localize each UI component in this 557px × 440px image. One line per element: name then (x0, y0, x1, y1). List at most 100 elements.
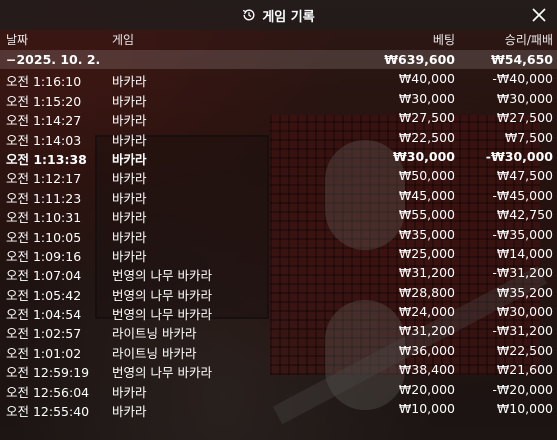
row-bet: ₩24,000 (398, 304, 455, 320)
table-row[interactable]: 오전 1:12:17 바카라 ₩50,000 ₩47,500 (0, 166, 557, 187)
row-time: 오전 1:01:02 (6, 345, 82, 361)
row-bet: ₩36,000 (398, 342, 455, 358)
row-game: 바카라 (112, 229, 147, 245)
row-result: ₩30,000 (496, 304, 553, 320)
table-row[interactable]: 오전 1:15:20 바카라 ₩30,000 ₩30,000 (0, 89, 557, 109)
row-time: 오전 1:13:38 (6, 151, 87, 167)
row-result: -₩35,000 (492, 226, 553, 242)
row-game: 바카라 (112, 113, 147, 129)
row-time: 오전 1:12:17 (6, 171, 82, 187)
table-row[interactable]: 오전 12:59:19 번영의 나무 바카라 ₩38,400 ₩21,600 (0, 360, 557, 381)
row-time: 오전 1:07:04 (6, 268, 82, 284)
table-row[interactable]: 오전 12:56:04 바카라 ₩20,000 -₩20,000 (0, 380, 557, 400)
date-group-summary-row[interactable]: −2025. 10. 2. ₩639,600 ₩54,650 (0, 50, 557, 70)
column-header-result: 승리/패배 (504, 33, 553, 47)
row-game: 바카라 (112, 210, 147, 226)
history-icon (242, 8, 256, 22)
column-headers: 날짜 게임 베팅 승리/패배 (0, 30, 557, 50)
row-result: ₩35,200 (496, 284, 553, 300)
row-bet: ₩45,000 (398, 187, 455, 203)
row-game: 번영의 나무 바카라 (112, 268, 212, 284)
row-time: 오전 1:10:31 (6, 210, 82, 226)
table-row[interactable]: 오전 12:55:40 바카라 ₩10,000 ₩10,000 (0, 399, 557, 419)
row-time: 오전 1:05:42 (6, 287, 82, 303)
row-game: 번영의 나무 바카라 (112, 307, 212, 323)
close-button[interactable] (529, 5, 549, 25)
table-row[interactable]: 오전 1:01:02 라이트닝 바카라 ₩36,000 ₩22,500 (0, 341, 557, 361)
row-bet: ₩28,800 (398, 284, 455, 300)
column-header-bet: 베팅 (432, 33, 455, 47)
row-bet: ₩22,500 (398, 129, 455, 145)
row-bet: ₩20,000 (398, 381, 455, 397)
row-time: 오전 1:11:23 (6, 190, 82, 206)
row-game: 번영의 나무 바카라 (112, 365, 212, 381)
game-history-header: 게임 기록 (0, 0, 557, 30)
history-list[interactable]: −2025. 10. 2. ₩639,600 ₩54,650 오전 1:16:1… (0, 50, 557, 440)
row-bet: ₩38,400 (398, 362, 455, 378)
column-header-game: 게임 (112, 33, 135, 47)
column-header-date: 날짜 (6, 33, 29, 47)
summary-result: ₩54,650 (490, 52, 553, 67)
table-row[interactable]: 오전 1:04:54 번영의 나무 바카라 ₩24,000 ₩30,000 (0, 302, 557, 323)
table-row[interactable]: 오전 1:07:04 번영의 나무 바카라 ₩31,200 -₩31,200 (0, 263, 557, 284)
row-bet: ₩35,000 (398, 226, 455, 242)
row-time: 오전 1:04:54 (6, 307, 82, 323)
row-result: ₩7,500 (504, 129, 553, 145)
row-result: ₩27,500 (496, 110, 553, 126)
close-icon (532, 8, 546, 22)
row-bet: ₩27,500 (398, 110, 455, 126)
row-result: ₩30,000 (496, 90, 553, 106)
row-time: 오전 1:10:05 (6, 229, 82, 245)
row-time: 오전 1:16:10 (6, 74, 82, 90)
row-bet: ₩55,000 (398, 207, 455, 223)
row-game: 라이트닝 바카라 (112, 326, 197, 342)
row-result: -₩31,200 (492, 323, 553, 339)
row-bet: ₩31,200 (398, 265, 455, 281)
row-game: 라이트닝 바카라 (112, 345, 197, 361)
row-result: -₩40,000 (492, 71, 553, 87)
table-row[interactable]: 오전 1:14:27 바카라 ₩27,500 ₩27,500 (0, 108, 557, 129)
table-row[interactable]: 오전 1:05:42 번영의 나무 바카라 ₩28,800 ₩35,200 (0, 283, 557, 303)
page-title: 게임 기록 (262, 9, 315, 25)
row-game: 바카라 (112, 151, 147, 167)
row-result: ₩21,600 (496, 362, 553, 378)
row-bet: ₩25,000 (398, 245, 455, 261)
summary-bet: ₩639,600 (384, 52, 455, 67)
table-row[interactable]: 오전 1:10:05 바카라 ₩35,000 -₩35,000 (0, 225, 557, 245)
row-result: ₩42,750 (496, 207, 553, 223)
row-bet: ₩30,000 (392, 148, 455, 164)
table-row[interactable]: 오전 1:11:23 바카라 ₩45,000 -₩45,000 (0, 186, 557, 206)
row-result: ₩47,500 (496, 168, 553, 184)
row-game: 바카라 (112, 74, 147, 90)
table-row[interactable]: 오전 1:14:03 바카라 ₩22,500 ₩7,500 (0, 128, 557, 148)
row-bet: ₩10,000 (398, 401, 455, 417)
row-game: 바카라 (112, 384, 147, 400)
table-row[interactable]: 오전 1:16:10 바카라 ₩40,000 -₩40,000 (0, 69, 557, 90)
row-bet: ₩40,000 (398, 71, 455, 87)
row-time: 오전 1:09:16 (6, 248, 82, 264)
row-result: -₩30,000 (485, 148, 553, 164)
row-time: 오전 1:15:20 (6, 93, 82, 109)
header-title-group: 게임 기록 (242, 6, 315, 25)
row-time: 오전 1:02:57 (6, 326, 82, 342)
row-time: 오전 12:56:04 (6, 384, 90, 400)
row-result: ₩10,000 (496, 401, 553, 417)
row-bet: ₩30,000 (398, 90, 455, 106)
row-result: -₩45,000 (492, 187, 553, 203)
table-row[interactable]: 오전 1:10:31 바카라 ₩55,000 ₩42,750 (0, 205, 557, 226)
row-game: 바카라 (112, 171, 147, 187)
row-result: -₩31,200 (492, 265, 553, 281)
table-row[interactable]: 오전 1:09:16 바카라 ₩25,000 ₩14,000 (0, 244, 557, 264)
row-game: 바카라 (112, 190, 147, 206)
row-result: ₩22,500 (496, 342, 553, 358)
row-bet: ₩31,200 (398, 323, 455, 339)
row-bet: ₩50,000 (398, 168, 455, 184)
row-game: 바카라 (112, 248, 147, 264)
row-time: 오전 1:14:03 (6, 132, 82, 148)
row-time: 오전 1:14:27 (6, 113, 82, 129)
row-time: 오전 12:59:19 (6, 365, 90, 381)
table-row-highlighted[interactable]: 오전 1:13:38 바카라 ₩30,000 -₩30,000 (0, 147, 557, 167)
row-game: 번영의 나무 바카라 (112, 287, 212, 303)
summary-date: −2025. 10. 2. (6, 52, 101, 67)
table-row[interactable]: 오전 1:02:57 라이트닝 바카라 ₩31,200 -₩31,200 (0, 321, 557, 342)
